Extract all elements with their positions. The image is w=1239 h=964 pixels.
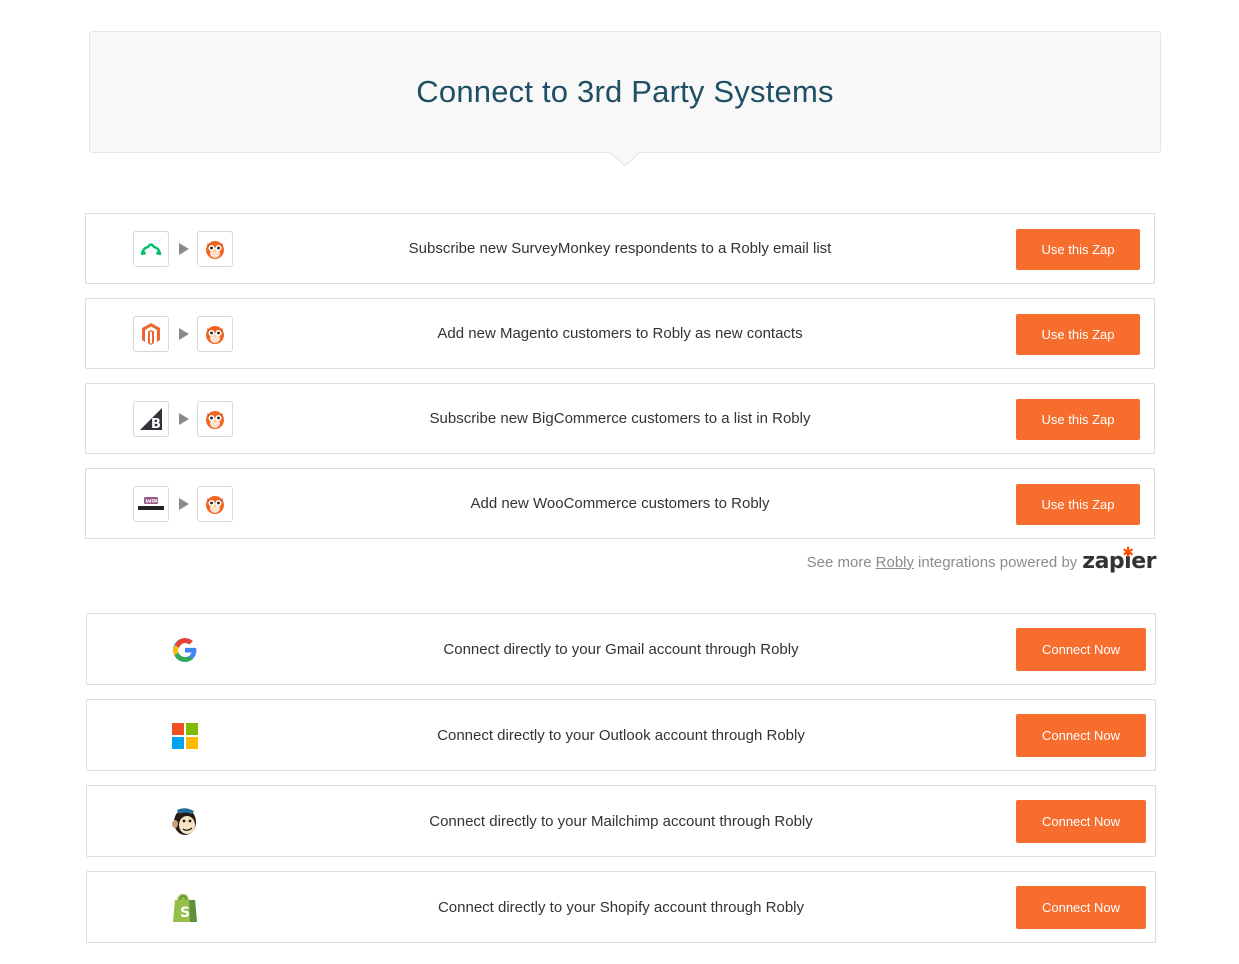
see-more-suffix: integrations powered by	[918, 553, 1078, 571]
zapier-logo: zapier ✱	[1082, 545, 1156, 574]
zap-icons: B	[133, 401, 233, 437]
use-zap-button[interactable]: Use this Zap	[1016, 484, 1140, 525]
magento-icon	[133, 316, 169, 352]
use-zap-button[interactable]: Use this Zap	[1016, 314, 1140, 355]
mailchimp-icon	[171, 808, 199, 836]
connection-row: Connect directly to your Mailchimp accou…	[86, 785, 1156, 857]
zap-row: Add new WooCommerce customers to Robly U…	[85, 468, 1155, 539]
connection-description: Connect directly to your Shopify account…	[437, 898, 805, 916]
robly-link[interactable]: Robly	[876, 554, 914, 571]
zap-row: Subscribe new SurveyMonkey respondents t…	[85, 213, 1155, 284]
zap-row: Add new Magento customers to Robly as ne…	[85, 298, 1155, 369]
robly-owl-icon	[197, 316, 233, 352]
zap-row: B Subscribe new BigCommerce customers to…	[85, 383, 1155, 454]
connection-row: S Connect directly to your Shopify accou…	[86, 871, 1156, 943]
zap-icons	[133, 486, 233, 522]
connection-row: Connect directly to your Gmail account t…	[86, 613, 1156, 685]
arrow-right-icon	[179, 328, 189, 340]
robly-owl-icon	[197, 486, 233, 522]
zapier-wordmark: zapier	[1082, 549, 1156, 574]
arrow-right-icon	[179, 243, 189, 255]
shopify-icon: S	[171, 894, 199, 922]
robly-owl-icon	[197, 231, 233, 267]
zap-description: Add new Magento customers to Robly as ne…	[437, 325, 803, 342]
use-zap-button[interactable]: Use this Zap	[1016, 399, 1140, 440]
microsoft-icon	[171, 722, 199, 750]
google-icon	[171, 636, 199, 664]
see-more-prefix: See more	[806, 553, 872, 571]
connect-now-button[interactable]: Connect Now	[1016, 800, 1146, 843]
connection-description: Connect directly to your Outlook account…	[437, 726, 805, 744]
connect-now-button[interactable]: Connect Now	[1016, 628, 1146, 671]
zapier-star-icon: ✱	[1122, 544, 1135, 560]
header-pointer-fill	[610, 151, 640, 165]
connect-now-button[interactable]: Connect Now	[1016, 886, 1146, 929]
connection-description: Connect directly to your Mailchimp accou…	[429, 812, 813, 830]
svg-text:S: S	[180, 905, 190, 921]
zap-description: Subscribe new SurveyMonkey respondents t…	[408, 240, 832, 257]
see-more-line: See more Robly integrations powered by z…	[806, 545, 1157, 578]
zap-description: Subscribe new BigCommerce customers to a…	[429, 410, 811, 427]
zap-icons	[133, 316, 233, 352]
zap-description: Add new WooCommerce customers to Robly	[470, 495, 770, 512]
arrow-right-icon	[179, 413, 189, 425]
use-zap-button[interactable]: Use this Zap	[1016, 229, 1140, 270]
connect-now-button[interactable]: Connect Now	[1016, 714, 1146, 757]
page-title: Connect to 3rd Party Systems	[416, 74, 834, 109]
svg-text:B: B	[151, 417, 161, 432]
connection-row: Connect directly to your Outlook account…	[86, 699, 1156, 771]
section-header: Connect to 3rd Party Systems	[89, 31, 1161, 153]
bigcommerce-icon: B	[133, 401, 169, 437]
surveymonkey-icon	[133, 231, 169, 267]
arrow-right-icon	[179, 498, 189, 510]
robly-owl-icon	[197, 401, 233, 437]
connection-description: Connect directly to your Gmail account t…	[443, 640, 799, 658]
woocommerce-icon	[133, 486, 169, 522]
zap-icons	[133, 231, 233, 267]
